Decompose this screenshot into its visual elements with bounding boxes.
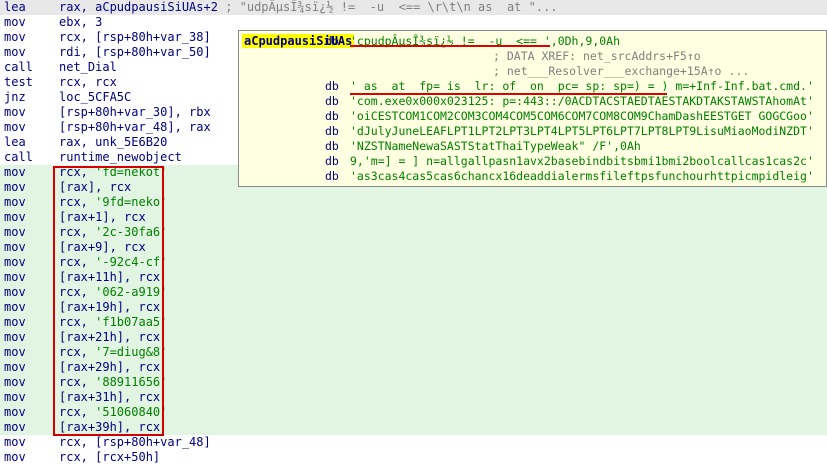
instruction-mnemonic: mov bbox=[4, 210, 26, 224]
instruction-mnemonic: mov bbox=[4, 15, 26, 29]
string-hint-popup: aCpudpausiSiUAs db'cpudpÂµsÎ¾sï¿½ != -u … bbox=[238, 30, 827, 187]
popup-db-directive: db bbox=[325, 154, 339, 168]
popup-db-directive: db bbox=[325, 79, 339, 93]
instruction-mnemonic: mov bbox=[4, 360, 26, 374]
instruction-mnemonic: call bbox=[4, 60, 33, 74]
instruction-mnemonic: mov bbox=[4, 255, 26, 269]
instruction-mnemonic: mov bbox=[4, 420, 26, 434]
disasm-line[interactable]: lea rax, aCpudpausiSiUAs+2 ; "udpÂµsÎ¾sï¿… bbox=[0, 0, 827, 15]
instruction-operand[interactable]: ebx, 3 bbox=[59, 15, 102, 30]
popup-db-directive: db bbox=[325, 34, 339, 48]
instruction-mnemonic: test bbox=[4, 75, 33, 89]
instruction-mnemonic: mov bbox=[4, 285, 26, 299]
operand-text: rcx, [rsp+80h+var_38] bbox=[59, 30, 211, 44]
operand-text: rcx, [rsp+80h+var_48] bbox=[59, 435, 211, 449]
instruction-mnemonic: mov bbox=[4, 195, 26, 209]
popup-db-directive: db bbox=[325, 169, 339, 183]
popup-string-value: 'dJulyJuneLEAFLPT1LPT2LPT3LPT4LPT5LPT6LP… bbox=[350, 124, 814, 138]
disasm-line[interactable]: mov rcx, [rcx+50h] bbox=[0, 450, 827, 465]
popup-string-value: ' as at fp= is lr: of on pc= sp: sp=) = … bbox=[350, 79, 814, 93]
instruction-mnemonic: mov bbox=[4, 315, 26, 329]
operand-text: rcx, rcx bbox=[59, 75, 117, 89]
instruction-mnemonic: mov bbox=[4, 45, 26, 59]
operand-text: rax, unk_5E6B20 bbox=[59, 135, 168, 149]
instruction-operand[interactable]: rcx, [rcx+50h] bbox=[59, 450, 160, 465]
instruction-mnemonic: mov bbox=[4, 30, 26, 44]
operand-text: rax, aCpudpausiSiUAs+2 bbox=[59, 0, 218, 14]
instruction-operand[interactable]: net_Dial bbox=[59, 60, 117, 75]
instruction-mnemonic: mov bbox=[4, 405, 26, 419]
instruction-mnemonic: mov bbox=[4, 120, 26, 134]
highlight-box-string-fragments bbox=[53, 166, 164, 436]
instruction-operand[interactable]: loc_5CFA5C bbox=[59, 90, 131, 105]
instruction-mnemonic: jnz bbox=[4, 90, 26, 104]
instruction-comment: ; "udpÂµsÎ¾sï¿½ != -u <== \r\t\n as at "… bbox=[225, 0, 558, 14]
instruction-operand[interactable]: [rsp+80h+var_30], rbx bbox=[59, 105, 211, 120]
popup-string-value: 'oiCESTCOM1COM2COM3COM4COM5COM6COM7COM8C… bbox=[350, 109, 814, 123]
operand-text: net_Dial bbox=[59, 60, 117, 74]
popup-string-value: 'as3cas4cas5cas6chancx16deaddialermsfile… bbox=[350, 169, 814, 183]
instruction-mnemonic: mov bbox=[4, 165, 26, 179]
instruction-mnemonic: mov bbox=[4, 435, 26, 449]
operand-text: [rsp+80h+var_48], rax bbox=[59, 120, 211, 134]
instruction-mnemonic: lea bbox=[4, 135, 26, 149]
instruction-mnemonic: mov bbox=[4, 330, 26, 344]
instruction-mnemonic: mov bbox=[4, 300, 26, 314]
operand-text: loc_5CFA5C bbox=[59, 90, 132, 104]
instruction-mnemonic: mov bbox=[4, 105, 26, 119]
operand-text: runtime_newobject bbox=[59, 150, 182, 164]
instruction-mnemonic: mov bbox=[4, 270, 26, 284]
underline-string-2 bbox=[350, 93, 667, 95]
disasm-line[interactable]: mov ebx, 3 bbox=[0, 15, 827, 30]
popup-db-directive: db bbox=[325, 124, 339, 138]
disasm-line[interactable]: mov rcx, [rsp+80h+var_48] bbox=[0, 435, 827, 450]
operand-text: rdi, [rsp+80h+var_50] bbox=[59, 45, 211, 59]
instruction-mnemonic: mov bbox=[4, 180, 26, 194]
instruction-operand[interactable]: rcx, [rsp+80h+var_38] bbox=[59, 30, 211, 45]
instruction-operand[interactable]: runtime_newobject bbox=[59, 150, 182, 165]
popup-string-value: 9,'m=] = ] n=allgallpasn1avx2basebindbit… bbox=[350, 154, 814, 168]
instruction-mnemonic: mov bbox=[4, 345, 26, 359]
operand-text: ebx, 3 bbox=[59, 15, 103, 29]
instruction-operand[interactable]: rcx, rcx bbox=[59, 75, 117, 90]
popup-string-value: 'NZSTNameNewaSASTStatThaiTypeWeak" /F',0… bbox=[350, 139, 641, 153]
popup-db-directive: db bbox=[325, 109, 339, 123]
instruction-mnemonic: mov bbox=[4, 390, 26, 404]
instruction-operand[interactable]: [rsp+80h+var_48], rax bbox=[59, 120, 211, 135]
popup-xref-comment[interactable]: ; net___Resolver___exchange+15A↑o ... bbox=[493, 64, 749, 79]
operand-text: [rsp+80h+var_30], rbx bbox=[59, 105, 211, 119]
instruction-operand[interactable]: rax, aCpudpausiSiUAs+2 ; "udpÂµsÎ¾sï¿½ !… bbox=[59, 0, 558, 15]
underline-string-1 bbox=[350, 45, 550, 47]
instruction-mnemonic: lea bbox=[4, 0, 26, 14]
instruction-mnemonic: mov bbox=[4, 450, 26, 464]
popup-string-value: 'com.exe0x000x023125: p=:443::/0ACDTACST… bbox=[350, 94, 814, 108]
popup-xref-comment[interactable]: ; DATA XREF: net_srcAddrs+F5↑o bbox=[493, 49, 701, 64]
instruction-operand[interactable]: rdi, [rsp+80h+var_50] bbox=[59, 45, 211, 60]
instruction-operand[interactable]: rcx, [rsp+80h+var_48] bbox=[59, 435, 211, 450]
instruction-mnemonic: mov bbox=[4, 240, 26, 254]
instruction-mnemonic: call bbox=[4, 150, 33, 164]
popup-db-directive: db bbox=[325, 94, 339, 108]
instruction-mnemonic: mov bbox=[4, 375, 26, 389]
popup-db-directive: db bbox=[325, 139, 339, 153]
instruction-operand[interactable]: rax, unk_5E6B20 bbox=[59, 135, 167, 150]
instruction-mnemonic: mov bbox=[4, 225, 26, 239]
